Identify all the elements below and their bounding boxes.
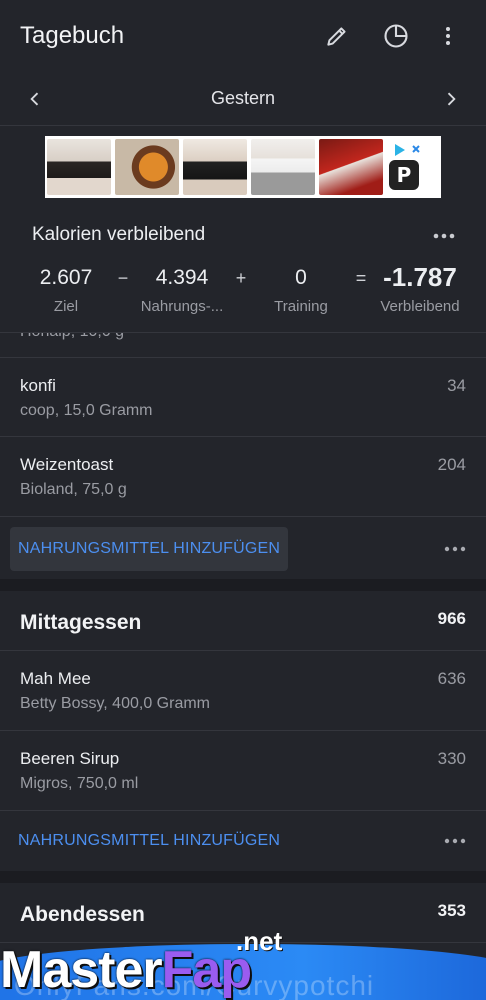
food-detail: Bioland, 75,0 g	[20, 481, 127, 498]
meal-more-icon[interactable]	[442, 831, 468, 851]
food-label: Nahrungs-...	[140, 298, 224, 315]
exercise-label: Training	[274, 298, 328, 315]
food-name: konfi	[20, 376, 56, 395]
food-entry-row[interactable]: konfi coop, 15,0 Gramm 34	[0, 357, 486, 437]
remaining-value: -1.787	[383, 262, 457, 292]
watermark-brand-a: Master	[0, 941, 163, 999]
ad-logo[interactable]: P	[385, 142, 435, 192]
food-name: Weizentoast	[20, 455, 114, 474]
watermark-net: .net	[236, 926, 283, 956]
food-value: 4.394	[155, 266, 209, 289]
food-detail: Betty Bossy, 400,0 Gramm	[20, 695, 210, 712]
ad-image-swimsuit[interactable]	[47, 139, 111, 195]
watermark-logo: MasterFap	[0, 940, 252, 1000]
ad-image-bodysuit[interactable]	[183, 139, 247, 195]
date-navigation: Gestern	[0, 72, 486, 126]
meal-calories: 966	[437, 609, 466, 628]
add-food-row-lunch: NAHRUNGSMITTEL HINZUFÜGEN	[0, 811, 486, 871]
calories-remaining-title: Kalorien verbleibend	[32, 224, 206, 245]
section-divider	[0, 871, 486, 883]
ad-image-activewear[interactable]	[251, 139, 315, 195]
calories-more-icon[interactable]	[430, 224, 460, 248]
app-bar: Tagebuch	[0, 0, 486, 72]
add-food-button[interactable]: NAHRUNGSMITTEL HINZUFÜGEN	[10, 527, 289, 571]
food-calories: 34	[447, 376, 466, 395]
food-entry-row[interactable]: Mah Mee Betty Bossy, 400,0 Gramm 636	[0, 651, 486, 731]
next-day-button[interactable]	[436, 84, 466, 114]
food-calories: 330	[437, 749, 466, 768]
food-calories: 636	[437, 669, 466, 688]
food-detail: coop, 15,0 Gramm	[20, 402, 153, 419]
add-food-button[interactable]: NAHRUNGSMITTEL HINZUFÜGEN	[10, 819, 288, 863]
add-food-row-breakfast: NAHRUNGSMITTEL HINZUFÜGEN	[0, 519, 486, 579]
ad-banner[interactable]: P	[45, 136, 441, 198]
partial-food-item: Honaip, 10,0 g	[20, 333, 124, 341]
pencil-icon[interactable]	[321, 20, 353, 52]
equals-operator: =	[355, 268, 367, 288]
meal-header-lunch[interactable]: Mittagessen 966	[0, 591, 486, 651]
page-title: Tagebuch	[20, 22, 125, 49]
ad-image-jar[interactable]	[115, 139, 179, 195]
food-calories: 204	[437, 455, 466, 474]
food-entry-row[interactable]: Beeren Sirup Migros, 750,0 ml 330	[0, 731, 486, 811]
meal-calories: 353	[437, 901, 466, 920]
diary-list[interactable]: Honaip, 10,0 g konfi coop, 15,0 Gramm 34…	[0, 332, 486, 1000]
exercise-value: 0	[295, 266, 307, 289]
plus-operator: +	[235, 268, 247, 288]
meal-title: Abendessen	[20, 903, 145, 926]
goal-value: 2.607	[39, 266, 93, 289]
goal-label: Ziel	[53, 298, 79, 315]
food-name: Mah Mee	[20, 669, 91, 688]
ad-image-product[interactable]	[319, 139, 383, 195]
food-detail: Migros, 750,0 ml	[20, 775, 139, 792]
calorie-equation: 2.607 Ziel − 4.394 Nahrungs-... + 0 Trai…	[0, 262, 486, 332]
more-vert-icon[interactable]	[432, 20, 464, 52]
pie-chart-icon[interactable]	[380, 20, 412, 52]
minus-operator: −	[117, 268, 129, 288]
meal-more-icon[interactable]	[442, 539, 468, 559]
remaining-label: Verbleibend	[380, 298, 460, 315]
meal-title: Mittagessen	[20, 611, 142, 634]
food-name: Beeren Sirup	[20, 749, 120, 768]
watermark-overlay: OnlyFans.com/Curvypotchi MasterFap .net	[0, 926, 486, 1000]
ad-logo-letter: P	[397, 163, 412, 187]
food-entry-row[interactable]: Weizentoast Bioland, 75,0 g 204	[0, 437, 486, 517]
section-divider	[0, 579, 486, 591]
current-date-label[interactable]: Gestern	[0, 88, 486, 109]
